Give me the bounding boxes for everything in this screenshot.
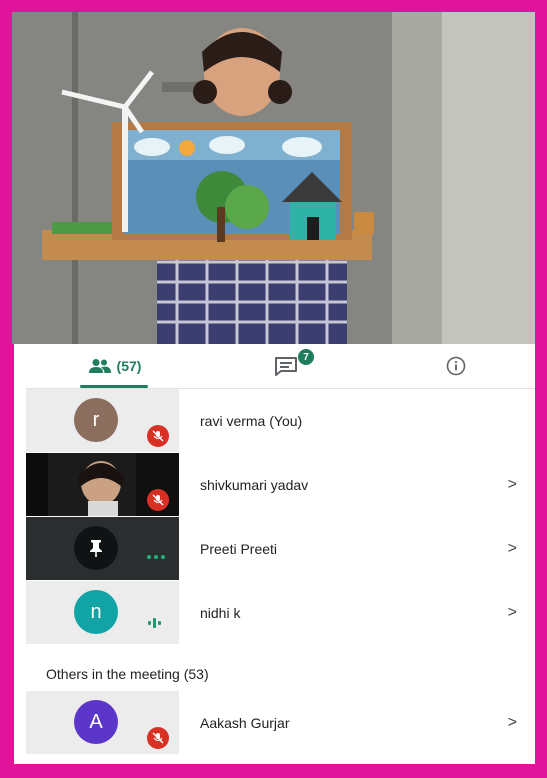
participant-name: Aakash Gurjar xyxy=(200,714,290,731)
participant-tile: A xyxy=(26,691,179,754)
panel-tabs: (57) 7 xyxy=(26,344,535,389)
chat-icon xyxy=(274,356,298,376)
info-icon xyxy=(446,356,466,376)
people-icon xyxy=(88,358,111,374)
speaking-indicator-icon xyxy=(148,617,161,629)
chevron-right-icon[interactable]: > xyxy=(508,517,517,580)
participant-tile: r xyxy=(26,389,179,452)
avatar: r xyxy=(74,398,118,442)
chevron-right-icon[interactable]: > xyxy=(508,581,517,644)
participant-row[interactable]: r ravi verma (You) xyxy=(26,389,535,452)
participant-name: shivkumari yadav xyxy=(200,476,309,493)
participant-tile xyxy=(26,517,179,580)
participant-row[interactable]: A Aakash Gurjar > xyxy=(26,691,535,754)
chat-unread-badge: 7 xyxy=(298,349,314,365)
avatar: A xyxy=(74,700,118,744)
more-options-icon[interactable] xyxy=(147,555,165,559)
participant-name: Preeti Preeti xyxy=(200,540,278,557)
active-tab-indicator xyxy=(80,385,148,388)
avatar: n xyxy=(74,590,118,634)
avatar xyxy=(74,526,118,570)
people-count: (57) xyxy=(116,358,142,374)
participant-row[interactable]: n nidhi k > xyxy=(26,581,535,644)
participant-tile: n xyxy=(26,581,179,644)
tab-info[interactable] xyxy=(436,344,476,388)
others-section-header: Others in the meeting (53) xyxy=(46,666,209,682)
mic-off-icon xyxy=(147,489,169,511)
tab-people[interactable]: (57) xyxy=(70,344,160,388)
mic-off-icon xyxy=(147,425,169,447)
mic-off-icon xyxy=(147,727,169,749)
participant-row[interactable]: Preeti Preeti > xyxy=(26,517,535,580)
participant-video-tile xyxy=(26,453,179,516)
pin-icon xyxy=(87,538,105,558)
main-video-feed[interactable] xyxy=(12,12,535,344)
chevron-right-icon[interactable]: > xyxy=(508,691,517,754)
participant-name: nidhi k xyxy=(200,604,241,621)
chevron-right-icon[interactable]: > xyxy=(508,453,517,516)
participant-row[interactable]: shivkumari yadav > xyxy=(26,453,535,516)
participant-name: ravi verma (You) xyxy=(200,412,303,429)
video-frame-image xyxy=(12,12,535,344)
participants-panel: (57) 7 r ravi verma (You) shivkumari yad… xyxy=(26,344,535,764)
